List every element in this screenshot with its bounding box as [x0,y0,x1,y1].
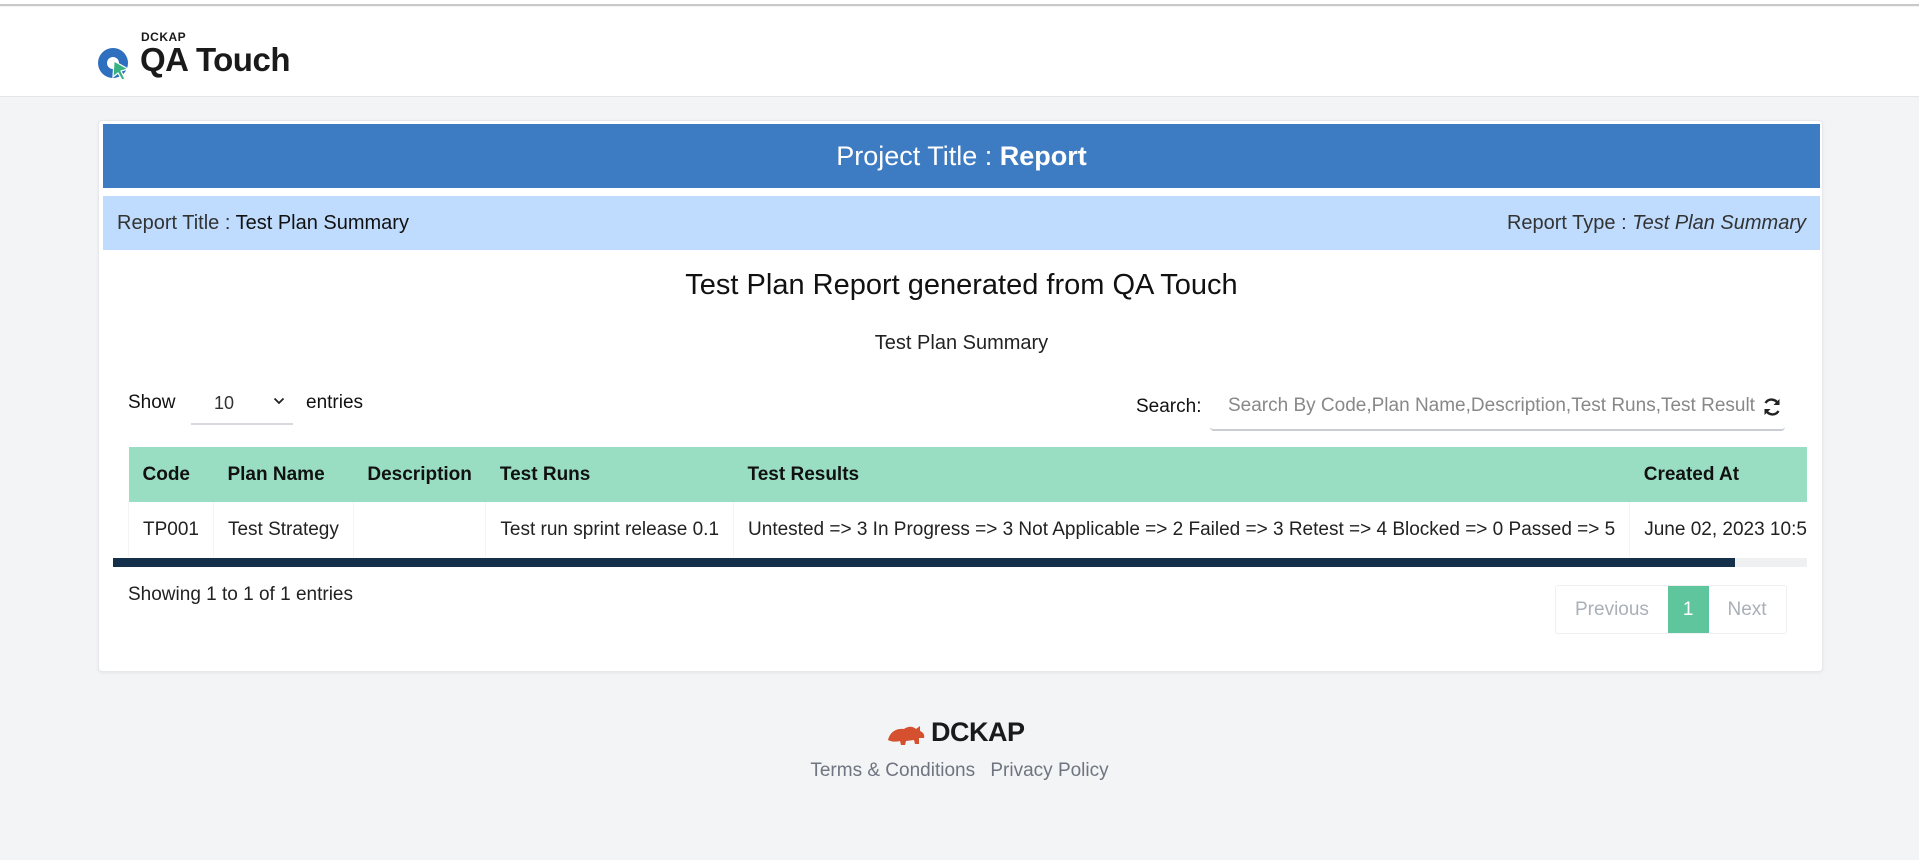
next-page-button[interactable]: Next [1709,586,1786,633]
report-title: Report Title : Test Plan Summary [117,196,409,250]
test-plan-table: Code Plan Name Description Test Runs Tes… [128,447,1807,557]
project-title-value: Report [999,141,1087,171]
column-header-created-at[interactable]: Created At [1629,447,1807,502]
column-header-code[interactable]: Code [128,447,214,502]
project-title-bar: Project Title : Report [103,124,1820,188]
qa-touch-logo-icon [98,48,130,81]
previous-page-button[interactable]: Previous [1556,586,1668,633]
show-label: Show [128,392,176,413]
column-header-description[interactable]: Description [353,447,486,502]
report-type-label: Report Type : [1506,212,1633,234]
showing-entries-info: Showing 1 to 1 of 1 entries [128,584,353,605]
report-type-value: Test Plan Summary [1632,212,1806,234]
report-card: Project Title : Report Report Title : Te… [98,120,1823,672]
rhino-icon [888,726,925,745]
logo-brand-name: QA Touch [140,41,290,78]
report-title-value: Test Plan Summary [235,212,409,234]
search-input[interactable] [1210,383,1785,431]
horizontal-scrollbar-thumb[interactable] [113,558,1735,567]
search-control: Search: [1136,383,1796,433]
cell-test-results: Untested => 3 In Progress => 3 Not Appli… [733,502,1630,557]
report-info-bar: Report Title : Test Plan Summary Report … [103,196,1820,250]
page-subtitle: Test Plan Summary [874,332,1049,354]
cell-description [352,502,486,557]
page-1-button[interactable]: 1 [1667,586,1709,633]
table-row: TP001 Test Strategy Test run sprint rele… [128,502,1807,557]
dckap-logo[interactable]: DCKAP [886,714,1046,752]
search-label: Search: [1136,396,1202,417]
column-header-test-runs[interactable]: Test Runs [485,447,734,502]
report-title-label: Report Title : [117,212,236,234]
app-header: DCKAP QA Touch [0,7,1919,97]
top-border [0,0,1919,6]
cell-test-runs: Test run sprint release 0.1 [485,502,734,557]
refresh-icon[interactable] [1762,397,1782,417]
footer-links: Terms & Conditions Privacy Policy [0,760,1919,782]
column-header-test-results[interactable]: Test Results [733,447,1630,502]
entries-select[interactable]: 10 [191,385,293,425]
column-header-plan-name[interactable]: Plan Name [213,447,354,502]
cell-created-at: June 02, 2023 10:5 [1629,502,1807,557]
page-title: Test Plan Report generated from QA Touch [685,269,1238,301]
report-type: Report Type : Test Plan Summary [1507,196,1806,250]
privacy-link[interactable]: Privacy Policy [990,760,1108,781]
cell-code: TP001 [128,502,214,557]
cell-plan-name: Test Strategy [212,502,354,557]
terms-link[interactable]: Terms & Conditions [810,760,975,781]
entries-select-value: 10 [214,393,235,413]
entries-label: entries [306,392,364,413]
project-title-label: Project Title : [836,141,1000,171]
footer-brand: DCKAP [931,717,1025,747]
test-plan-table-container: Code Plan Name Description Test Runs Tes… [128,447,1807,557]
table-header-row: Code Plan Name Description Test Runs Tes… [128,447,1807,502]
chevron-down-icon [273,397,285,405]
pagination: Previous 1 Next [1555,585,1787,634]
